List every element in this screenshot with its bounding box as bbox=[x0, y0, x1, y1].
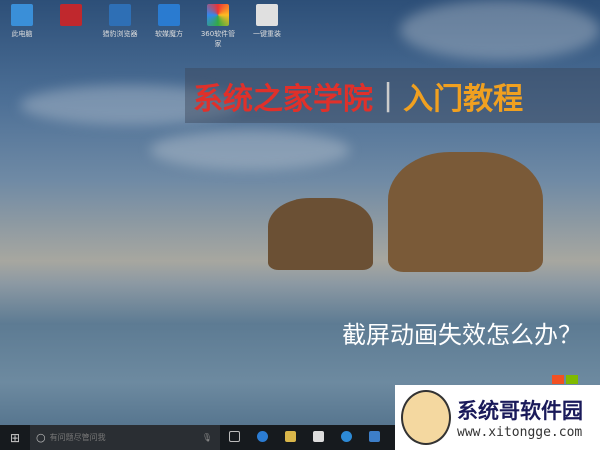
mascot-icon bbox=[401, 390, 451, 445]
headline: 截屏动画失效怎么办？ bbox=[342, 321, 582, 349]
icon-label: 软媒魔方 bbox=[155, 30, 183, 38]
watermark-name: 系统哥软件园 bbox=[457, 399, 583, 423]
desktop-icon[interactable]: 一键重装 bbox=[249, 4, 285, 49]
watermark-url: www.xitongge.com bbox=[457, 425, 583, 440]
browser-icon bbox=[109, 4, 131, 26]
edge-icon[interactable] bbox=[248, 430, 276, 445]
app-icon[interactable] bbox=[360, 430, 388, 445]
desktop-icon[interactable]: 360软件管家 bbox=[200, 4, 236, 49]
icon-label: 一键重装 bbox=[253, 30, 281, 38]
icon-label: 猎豹浏览器 bbox=[102, 30, 138, 38]
reinstall-icon bbox=[256, 4, 278, 26]
icon-label: 360软件管家 bbox=[200, 30, 236, 48]
windows-start-icon[interactable]: ⊞ bbox=[0, 431, 30, 445]
search-placeholder: 有问题尽管问我 bbox=[49, 433, 106, 442]
desktop-icon[interactable] bbox=[53, 4, 89, 49]
section-title: 入门教程 bbox=[403, 81, 524, 117]
cortana-icon: ○ bbox=[36, 431, 46, 444]
title-banner: 系统之家学院 | 入门教程 bbox=[185, 68, 600, 123]
desktop-icon[interactable]: 软媒魔方 bbox=[151, 4, 187, 49]
task-view-icon[interactable] bbox=[220, 430, 248, 445]
desktop-icons: 此电脑 猎豹浏览器 软媒魔方 360软件管家 一键重装 bbox=[4, 4, 285, 49]
search-box[interactable]: ○ 有问题尽管问我 🎙 bbox=[30, 425, 220, 450]
divider: | bbox=[383, 78, 394, 113]
microphone-icon[interactable]: 🎙 bbox=[202, 433, 212, 442]
this-pc-icon bbox=[11, 4, 33, 26]
app-icon bbox=[60, 4, 82, 26]
windows-logo-icon bbox=[552, 375, 578, 384]
desktop-icon[interactable]: 此电脑 bbox=[4, 4, 40, 49]
software-manager-icon bbox=[207, 4, 229, 26]
brand-title: 系统之家学院 bbox=[193, 81, 373, 117]
file-explorer-icon[interactable] bbox=[276, 430, 304, 445]
store-icon[interactable] bbox=[304, 430, 332, 445]
cube-icon bbox=[158, 4, 180, 26]
browser-icon[interactable] bbox=[332, 430, 360, 445]
icon-label: 此电脑 bbox=[11, 30, 33, 38]
watermark-logo: 系统哥软件园 www.xitongge.com bbox=[395, 385, 600, 450]
desktop-icon[interactable]: 猎豹浏览器 bbox=[102, 4, 138, 49]
